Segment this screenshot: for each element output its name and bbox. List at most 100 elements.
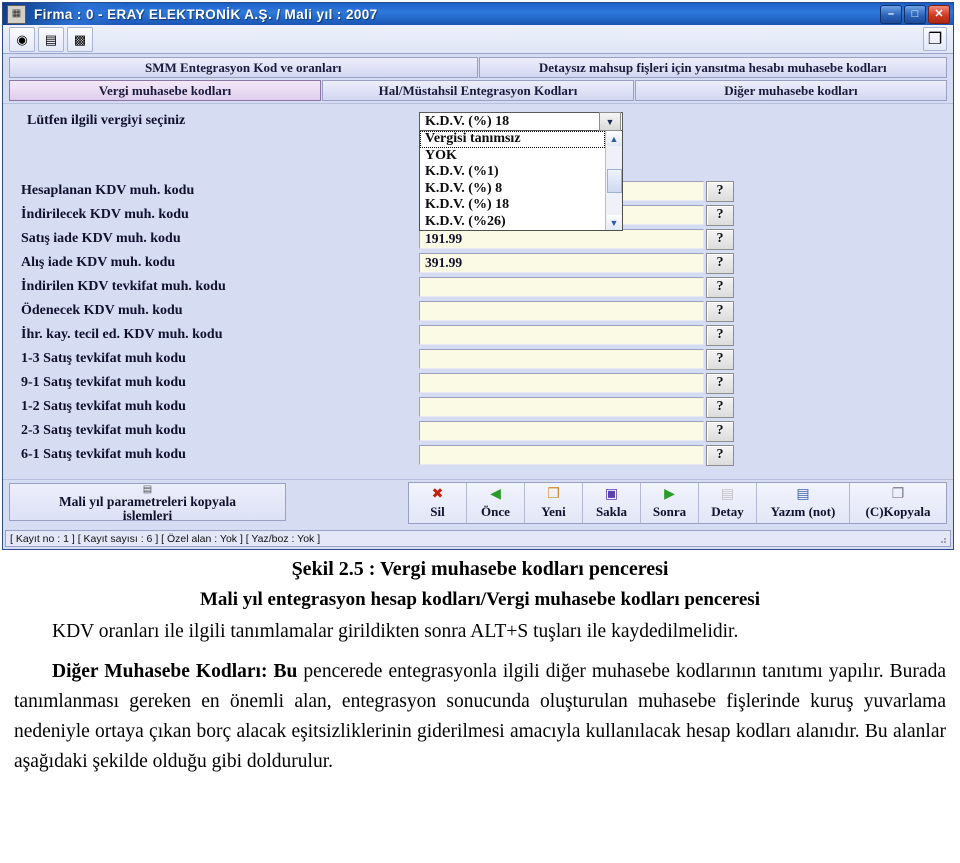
next-icon: ▶ <box>664 486 675 502</box>
save-button[interactable]: ▣ Sakla <box>583 483 641 523</box>
combobox-option[interactable]: K.D.V. (%) 8 <box>420 181 605 198</box>
status-bar: [ Kayıt no : 1 ] [ Kayıt sayısı : 6 ] [ … <box>5 530 951 547</box>
field-group: ? <box>419 300 734 322</box>
scroll-up-arrow-icon[interactable]: ▲ <box>606 131 622 146</box>
field-input[interactable] <box>419 348 704 369</box>
field-input[interactable] <box>419 420 704 441</box>
tab-vergi-muhasebe-kodlari[interactable]: Vergi muhasebe kodları <box>9 80 321 101</box>
paragraph-two: Diğer Muhasebe Kodları: Bu pencerede ent… <box>14 657 946 777</box>
close-button[interactable]: ✕ <box>928 5 950 24</box>
figure-subtitle: Mali yıl entegrasyon hesap kodları/Vergi… <box>200 589 760 610</box>
field-label: 1-3 Satış tevkifat muh kodu <box>21 350 186 366</box>
copy-record-button-label: (C)Kopyala <box>865 504 931 519</box>
field-row-1-2-satis-tevkifat: 1-2 Satış tevkifat muh kodu ? <box>21 396 939 418</box>
lookup-help-button[interactable]: ? <box>706 420 734 442</box>
dropdown-scrollbar[interactable]: ▲ ▼ <box>605 131 622 230</box>
lookup-help-button[interactable]: ? <box>706 348 734 370</box>
copy-fiscal-year-parameters-button[interactable]: ▤ Mali yıl parametreleri kopyala işlemle… <box>9 483 286 521</box>
scroll-down-arrow-icon[interactable]: ▼ <box>606 215 622 230</box>
tax-type-combobox[interactable]: K.D.V. (%) 18 ▼ Vergisi tanımsız YOK K.D… <box>419 112 623 231</box>
new-button-label: Yeni <box>541 504 566 519</box>
main-toolbar: ◉ ▤ ▩ ❐ <box>3 25 953 54</box>
application-icon: ▦ <box>7 4 26 24</box>
field-label: Hesaplanan KDV muh. kodu <box>21 182 195 198</box>
lookup-help-button[interactable]: ? <box>706 228 734 250</box>
save-button-label: Sakla <box>595 504 628 519</box>
field-label: Alış iade KDV muh. kodu <box>21 254 176 270</box>
previous-record-button[interactable]: ◀ Önce <box>467 483 525 523</box>
note-button-label: Yazım (not) <box>770 504 836 519</box>
tab-detaysiz-mahsup[interactable]: Detaysız mahsup fişleri için yansıtma he… <box>478 57 947 78</box>
delete-icon: ✖ <box>431 486 444 502</box>
tab-row-1: SMM Entegrasyon Kod ve oranları Detaysız… <box>9 57 947 78</box>
field-input[interactable] <box>419 324 704 345</box>
window-title: Firma : 0 - ERAY ELEKTRONİK A.Ş. / Mali … <box>34 6 378 22</box>
field-input[interactable] <box>419 300 704 321</box>
field-input[interactable] <box>419 372 704 393</box>
lookup-help-button[interactable]: ? <box>706 300 734 322</box>
field-group: ? <box>419 420 734 442</box>
tab-hal-mustahsil[interactable]: Hal/Müstahsil Entegrasyon Kodları <box>322 80 634 101</box>
figure-title: Şekil 2.5 : Vergi muhasebe kodları pence… <box>291 558 669 580</box>
new-record-button[interactable]: ❒ Yeni <box>525 483 583 523</box>
record-actions-group: ✖ Sil ◀ Önce ❒ Yeni ▣ Sakla ▶ Sonra ▤ De… <box>408 482 947 524</box>
lookup-help-button[interactable]: ? <box>706 252 734 274</box>
resize-grip-icon[interactable] <box>938 535 947 544</box>
field-input[interactable] <box>419 444 704 465</box>
scrollbar-thumb[interactable] <box>606 168 622 193</box>
combobox-option[interactable]: K.D.V. (%) 18 <box>420 197 605 214</box>
form-panel: Lütfen ilgili vergiyi seçiniz Hesaplanan… <box>3 103 953 479</box>
field-row-1-3-satis-tevkifat: 1-3 Satış tevkifat muh kodu ? <box>21 348 939 370</box>
field-input[interactable]: 191.99 <box>419 228 704 249</box>
chevron-down-icon[interactable]: ▼ <box>599 112 621 131</box>
detail-icon: ▤ <box>720 486 735 502</box>
combobox-display[interactable]: K.D.V. (%) 18 ▼ <box>419 112 623 131</box>
field-row-alis-iade-kdv: Alış iade KDV muh. kodu 391.99 ? <box>21 252 939 274</box>
field-input[interactable] <box>419 276 704 297</box>
payment-icon[interactable]: ▩ <box>67 26 93 52</box>
copy-button-line2: işlemleri <box>122 508 173 521</box>
delete-button-label: Sil <box>430 504 445 519</box>
lookup-help-button[interactable]: ? <box>706 324 734 346</box>
lookup-help-button[interactable]: ? <box>706 204 734 226</box>
copy-record-button[interactable]: ❐ (C)Kopyala <box>850 483 946 523</box>
combobox-option[interactable]: Vergisi tanımsız <box>420 131 605 148</box>
help-icon[interactable]: ◉ <box>9 26 35 52</box>
calculator-icon[interactable]: ▤ <box>38 26 64 52</box>
window-list-icon[interactable]: ❐ <box>923 27 947 51</box>
tab-diger-muhasebe-kodlari[interactable]: Diğer muhasebe kodları <box>635 80 947 101</box>
delete-button[interactable]: ✖ Sil <box>409 483 467 523</box>
previous-button-label: Önce <box>481 504 510 519</box>
next-button-label: Sonra <box>652 504 687 519</box>
field-row-odenecek-kdv: Ödenecek KDV muh. kodu ? <box>21 300 939 322</box>
combobox-option[interactable]: YOK <box>420 148 605 165</box>
field-label: Satış iade KDV muh. kodu <box>21 230 181 246</box>
field-input[interactable] <box>419 396 704 417</box>
combobox-option[interactable]: K.D.V. (%1) <box>420 164 605 181</box>
lookup-help-button[interactable]: ? <box>706 180 734 202</box>
combobox-option[interactable]: K.D.V. (%26) <box>420 214 605 231</box>
combobox-dropdown-list: Vergisi tanımsız YOK K.D.V. (%1) K.D.V. … <box>419 131 623 231</box>
tab-smm-entegrasyon[interactable]: SMM Entegrasyon Kod ve oranları <box>9 57 478 78</box>
minimize-button[interactable]: – <box>880 5 902 24</box>
tab-strip: SMM Entegrasyon Kod ve oranları Detaysız… <box>3 54 953 101</box>
lookup-help-button[interactable]: ? <box>706 276 734 298</box>
next-record-button[interactable]: ▶ Sonra <box>641 483 699 523</box>
field-label: İndirilen KDV tevkifat muh. kodu <box>21 278 226 294</box>
lookup-help-button[interactable]: ? <box>706 396 734 418</box>
field-input[interactable]: 391.99 <box>419 252 704 273</box>
previous-icon: ◀ <box>490 486 501 502</box>
maximize-button[interactable]: □ <box>904 5 926 24</box>
field-row-6-1-satis-tevkifat: 6-1 Satış tevkifat muh kodu ? <box>21 444 939 466</box>
lookup-help-button[interactable]: ? <box>706 372 734 394</box>
lookup-help-button[interactable]: ? <box>706 444 734 466</box>
detail-button[interactable]: ▤ Detay <box>699 483 757 523</box>
field-group: 191.99 ? <box>419 228 734 250</box>
field-group: ? <box>419 276 734 298</box>
title-bar: ▦ Firma : 0 - ERAY ELEKTRONİK A.Ş. / Mal… <box>3 3 953 25</box>
field-group: 391.99 ? <box>419 252 734 274</box>
field-group: ? <box>419 372 734 394</box>
copy-button-line1: Mali yıl parametreleri kopyala <box>58 494 237 509</box>
note-button[interactable]: ▤ Yazım (not) <box>757 483 850 523</box>
window-controls: – □ ✕ <box>880 5 950 24</box>
